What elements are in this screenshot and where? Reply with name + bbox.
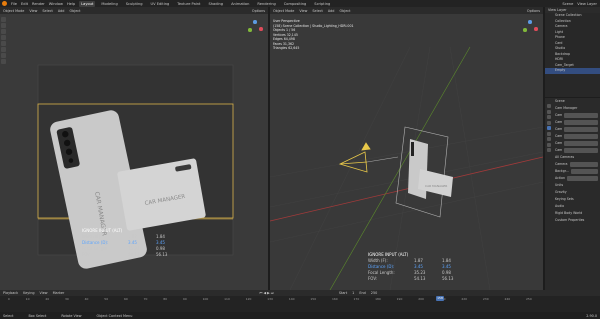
status-box-select: Box Select [28,313,47,318]
menu-edit[interactable]: Edit [21,2,28,6]
fov-value: 54.13 [414,276,426,281]
fov-label: FOV: [82,252,92,257]
object-tab-icon[interactable] [546,137,551,141]
menu-render[interactable]: Render [32,2,45,6]
camera-field[interactable]: Camera [545,161,600,168]
z-axis-icon[interactable] [528,20,532,24]
camera-viewport[interactable]: Object Mode View Select Add Object Optio… [0,7,268,290]
status-select: Select [3,313,14,318]
outliner-title: View Layer [548,8,567,12]
camera-list-row[interactable]: Cam [545,126,600,133]
camera-info-overlay: IGNORE INPUT (ALT) Width (F): 1.87 1.84 … [82,228,176,258]
top-bar: File Edit Render Window Help Layout Mode… [0,0,600,7]
scene-selector[interactable]: Scene [562,2,573,6]
x-axis-icon[interactable] [259,27,263,31]
tab-rendering[interactable]: Rendering [255,1,277,7]
tab-modeling[interactable]: Modeling [99,1,119,7]
tab-layout[interactable]: Layout [79,0,96,7]
start-frame-field[interactable]: 1 [352,291,354,295]
menu-view[interactable]: View [40,291,48,295]
end-frame-field[interactable]: 250 [371,291,377,295]
current-frame-indicator[interactable]: 158 [436,296,444,301]
tab-texture-paint[interactable]: Texture Paint [175,1,202,7]
menu-marker[interactable]: Marker [53,291,65,295]
properties-header: Scene [555,99,565,103]
menu-playback[interactable]: Playback [3,291,18,295]
fov-value-2: 56.13 [442,276,454,281]
x-axis-icon[interactable] [534,27,538,31]
tab-compositing[interactable]: Compositing [282,1,309,7]
world-tab-icon[interactable] [546,131,551,136]
keying-sets-panel[interactable]: Keying Sets [545,196,600,203]
outliner-panel[interactable]: View Layer Scene Collection Collection C… [545,7,600,97]
perspective-viewport[interactable]: Object Mode View Select Add Object Optio… [270,7,543,290]
camera-object [338,142,371,173]
view-layer-tab-icon[interactable] [546,120,551,125]
timeline-header: Playback Keying View Marker ⏮ ◀ ▶ ⏭ Star… [0,290,600,296]
camera-list-row[interactable]: Cam [545,147,600,154]
scene-tab-icon[interactable] [546,126,551,130]
view-layer-selector[interactable]: View Layer [577,2,600,6]
fov-label: FOV: [368,276,378,281]
timeline[interactable]: Playback Keying View Marker ⏮ ◀ ▶ ⏭ Star… [0,290,600,312]
z-axis-icon[interactable] [253,20,257,24]
properties-tabs [545,104,552,152]
action-field[interactable]: Action [545,175,600,182]
perspective-scene: CAR MANAGER [270,46,543,290]
play-controls-icon[interactable]: ⏮ ◀ ▶ ⏭ [259,291,274,295]
camera-list-row[interactable]: Cam [545,119,600,126]
status-bar: Select Box Select Rotate View Object Con… [0,312,600,319]
gravity-panel[interactable]: Gravity [545,189,600,196]
version-label: 2.90.0 [586,313,597,318]
outliner-header: View Layer [545,7,600,13]
menu-file[interactable]: File [11,2,17,6]
tab-shading[interactable]: Shading [206,1,225,7]
frame-ruler[interactable]: 0 10 20 30 40 50 60 70 80 90 100 110 120 130 140 150 160… [0,297,540,303]
tab-scripting[interactable]: Scripting [312,1,332,7]
custom-properties-panel[interactable]: Custom Properties [545,217,600,224]
menu-help[interactable]: Help [67,2,75,6]
menu-keying[interactable]: Keying [23,291,34,295]
status-context-menu: Object Context Menu [96,313,133,318]
y-axis-icon[interactable] [523,28,527,32]
camera-list-row[interactable]: Cam [545,112,600,119]
camera-list-row[interactable]: Cam [545,133,600,140]
menu-window[interactable]: Window [49,2,63,6]
render-tab-icon[interactable] [546,109,551,114]
tool-tab-icon[interactable] [546,104,551,108]
svg-text:CAR MANAGER: CAR MANAGER [425,184,447,188]
tab-uv-editing[interactable]: UV Editing [149,1,172,7]
camera-list-row[interactable]: Cam [545,140,600,147]
properties-panel[interactable]: Scene Cam Manager Cam Cam Cam Cam Cam Ca… [545,98,600,290]
cam-manager-section[interactable]: Cam Manager [545,105,600,112]
tab-sculpting[interactable]: Sculpting [124,1,145,7]
rigid-body-world-panel[interactable]: Rigid Body World [545,210,600,217]
outliner-row-selected[interactable]: Empty [545,68,600,74]
modifier-tab-icon[interactable] [546,142,551,147]
fov-value-2: 56.13 [156,252,168,257]
navigation-gizmo[interactable] [522,20,538,36]
tab-animation[interactable]: Animation [229,1,251,7]
start-label: Start [338,291,348,295]
constraint-tab-icon[interactable] [546,148,551,152]
status-rotate-view: Rotate View [61,313,82,318]
audio-panel[interactable]: Audio [545,203,600,210]
background-field[interactable]: Backgr... [545,168,600,175]
blender-logo-icon[interactable] [2,1,7,6]
fov-value: 54.13 [128,252,140,257]
y-axis-icon[interactable] [248,28,252,32]
navigation-gizmo[interactable] [247,20,263,36]
output-tab-icon[interactable] [546,115,551,119]
end-label: End [359,291,366,295]
all-cameras-section[interactable]: All Cameras [545,154,600,161]
units-panel[interactable]: Units [545,182,600,189]
camera-info-overlay: IGNORE INPUT (ALT) Width (F): 1.87 1.84 … [368,252,462,282]
